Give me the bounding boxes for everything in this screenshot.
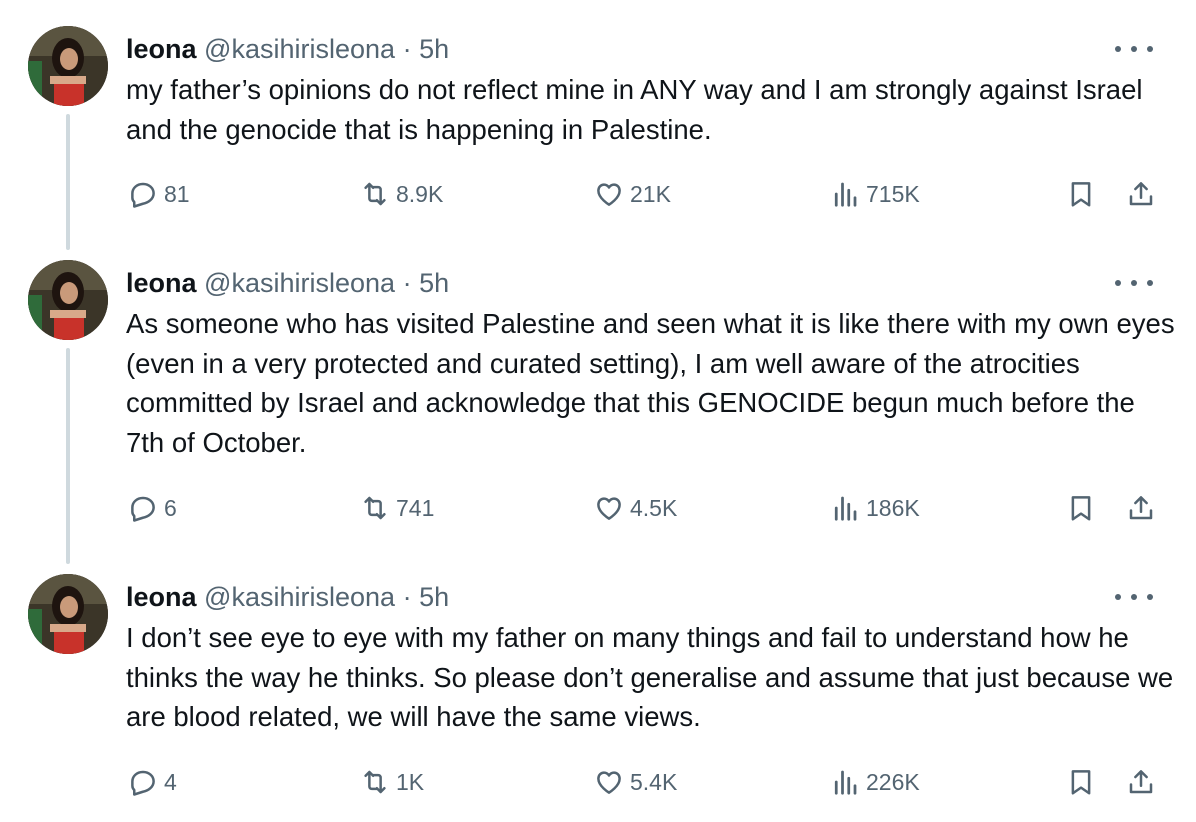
share-icon (1129, 182, 1153, 206)
bookmark-icon (1071, 496, 1091, 521)
like-count: 4.5K (630, 495, 678, 521)
bookmark-button[interactable] (1066, 174, 1096, 214)
like-button[interactable]: 4.5K (594, 488, 677, 528)
display-name[interactable]: leona (126, 268, 197, 298)
bookmark-button[interactable] (1066, 762, 1096, 802)
bookmark-icon (1071, 182, 1091, 207)
display-name[interactable]: leona (126, 582, 197, 612)
more-icon[interactable] (1112, 582, 1156, 612)
tweet-text: As someone who has visited Palestine and… (126, 308, 1175, 458)
tweet-text: I don’t see eye to eye with my father on… (126, 622, 1174, 732)
bookmark-button[interactable] (1066, 488, 1096, 528)
views-count: 186K (866, 495, 920, 521)
share-button[interactable] (1126, 762, 1156, 802)
retweet-button[interactable]: 1K (360, 762, 424, 802)
tweet[interactable]: leona @kasihirisleona · 5h my father’s o… (0, 26, 1196, 226)
views-icon (834, 182, 857, 207)
retweet-count: 8.9K (396, 181, 444, 207)
retweet-icon (364, 182, 386, 206)
views-button[interactable]: 226K (830, 762, 920, 802)
like-icon (597, 771, 621, 794)
separator: · (402, 34, 412, 64)
avatar[interactable] (28, 574, 108, 654)
user-handle[interactable]: @kasihirisleona (204, 582, 395, 612)
user-handle[interactable]: @kasihirisleona (204, 34, 395, 64)
retweet-count: 1K (396, 769, 425, 795)
reply-button[interactable]: 81 (128, 174, 190, 214)
share-button[interactable] (1126, 488, 1156, 528)
action-bar: 4 1K 5.4K 226K (0, 762, 1196, 802)
views-count: 226K (866, 769, 920, 795)
like-count: 5.4K (630, 769, 678, 795)
timestamp[interactable]: 5h (419, 582, 449, 612)
action-bar: 6 741 4.5K 186K (0, 488, 1196, 528)
reply-icon (131, 182, 155, 208)
display-name[interactable]: leona (126, 34, 197, 64)
like-count: 21K (630, 181, 671, 207)
views-icon (834, 496, 857, 521)
share-icon (1129, 770, 1153, 794)
tweet-header: leona @kasihirisleona · 5h (126, 580, 449, 614)
reply-count: 6 (164, 495, 177, 521)
tweet[interactable]: leona @kasihirisleona · 5h I don’t see e… (0, 574, 1196, 814)
reply-count: 81 (164, 181, 190, 207)
user-handle[interactable]: @kasihirisleona (204, 268, 395, 298)
like-icon (597, 183, 621, 206)
like-button[interactable]: 5.4K (594, 762, 677, 802)
like-icon (597, 497, 621, 520)
views-icon (834, 770, 857, 795)
retweet-count: 741 (396, 495, 435, 521)
tweet-header: leona @kasihirisleona · 5h (126, 32, 449, 66)
timestamp[interactable]: 5h (419, 34, 449, 64)
share-button[interactable] (1126, 174, 1156, 214)
retweet-icon (364, 496, 386, 520)
tweet-header: leona @kasihirisleona · 5h (126, 266, 449, 300)
views-button[interactable]: 186K (830, 488, 920, 528)
reply-button[interactable]: 6 (128, 488, 177, 528)
action-bar: 81 8.9K 21K 715K (0, 174, 1196, 214)
reply-count: 4 (164, 769, 177, 795)
tweet[interactable]: leona @kasihirisleona · 5h As someone wh… (0, 260, 1196, 550)
retweet-icon (364, 770, 386, 794)
like-button[interactable]: 21K (594, 174, 671, 214)
more-icon[interactable] (1112, 34, 1156, 64)
avatar[interactable] (28, 26, 108, 106)
reply-icon (131, 770, 155, 796)
more-icon[interactable] (1112, 268, 1156, 298)
views-button[interactable]: 715K (830, 174, 920, 214)
share-icon (1129, 496, 1153, 520)
retweet-button[interactable]: 8.9K (360, 174, 443, 214)
timestamp[interactable]: 5h (419, 268, 449, 298)
separator: · (402, 268, 412, 298)
reply-icon (131, 496, 155, 522)
retweet-button[interactable]: 741 (360, 488, 434, 528)
views-count: 715K (866, 181, 920, 207)
reply-button[interactable]: 4 (128, 762, 177, 802)
tweet-text: my father’s opinions do not reflect mine… (126, 74, 1143, 145)
avatar[interactable] (28, 260, 108, 340)
bookmark-icon (1071, 770, 1091, 795)
separator: · (402, 582, 412, 612)
